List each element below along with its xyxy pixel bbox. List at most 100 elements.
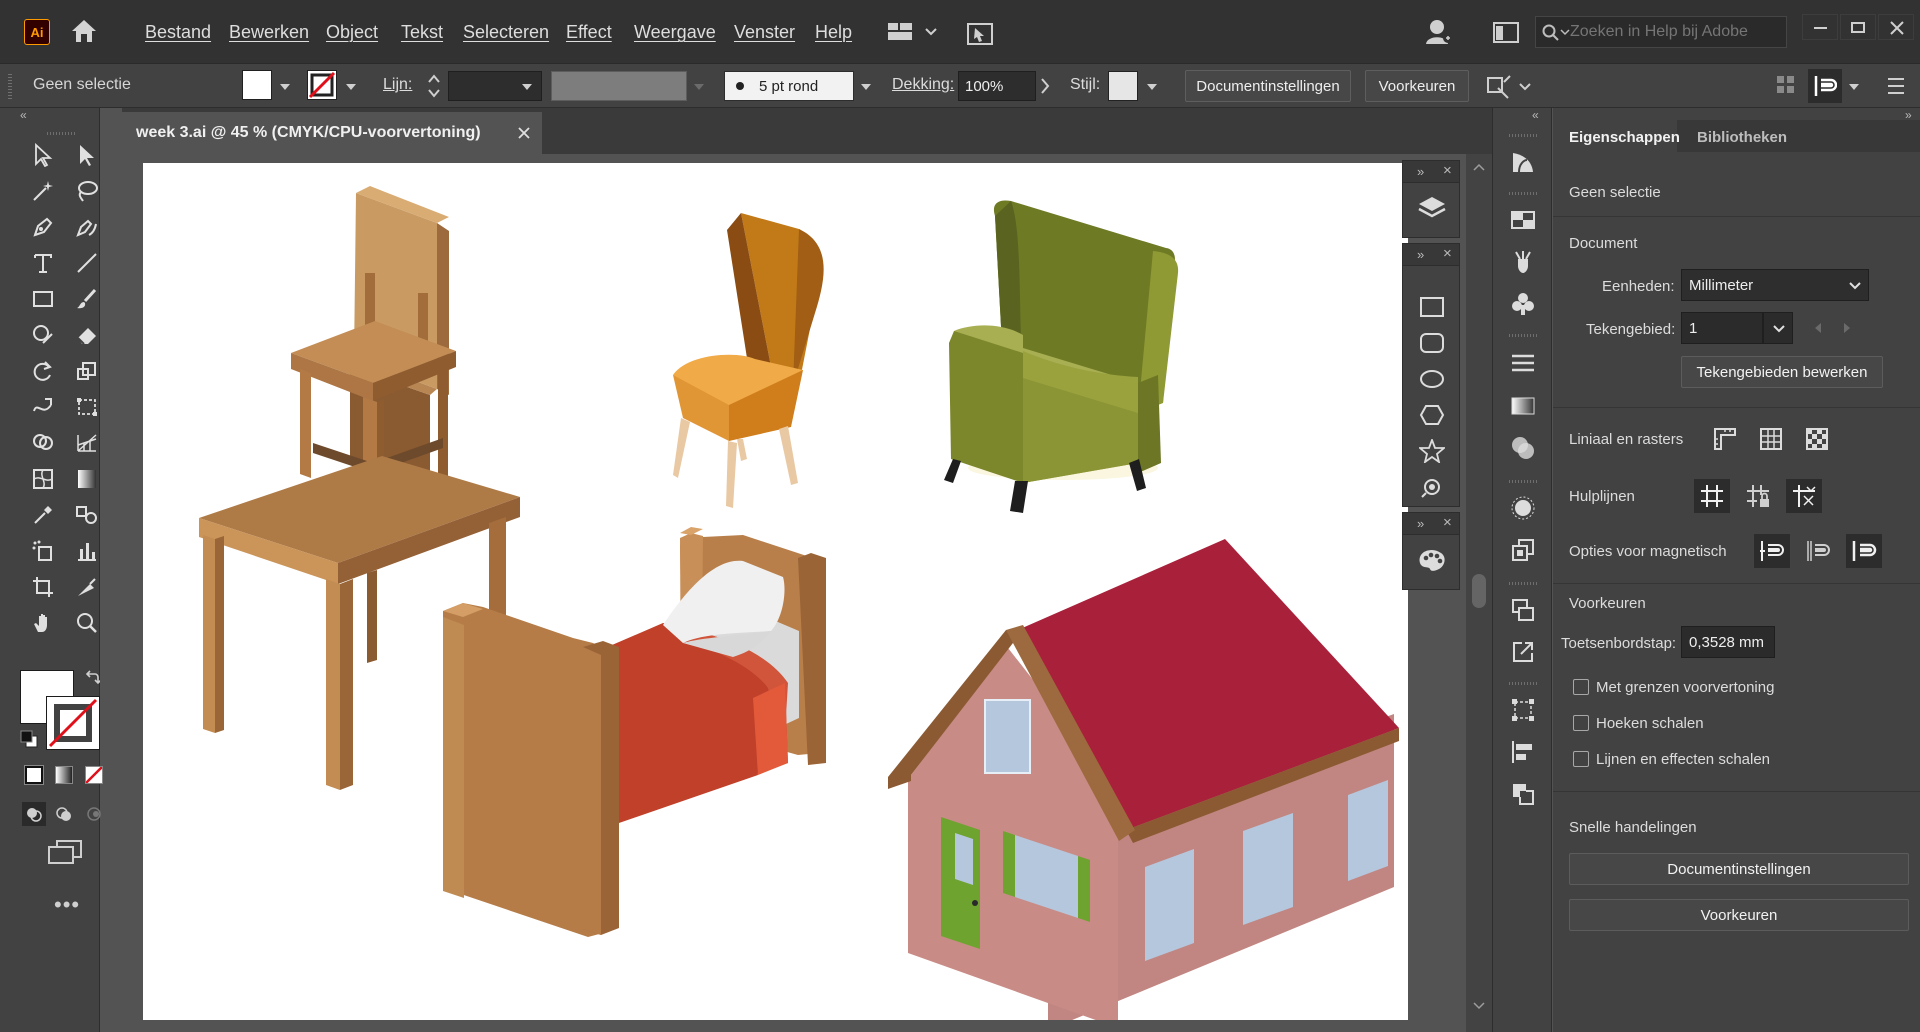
- scroll-down-icon[interactable]: [1473, 1001, 1485, 1011]
- help-search-box[interactable]: [1535, 16, 1787, 48]
- units-dropdown[interactable]: Millimeter: [1681, 269, 1869, 301]
- strip-grip[interactable]: [1509, 682, 1537, 685]
- arrange-panels-icon[interactable]: [1776, 74, 1796, 96]
- close-panel-icon[interactable]: ×: [1443, 514, 1452, 531]
- opacity-label[interactable]: Dekking:: [892, 76, 954, 94]
- transparency-grid-icon[interactable]: [1799, 422, 1835, 456]
- vertical-scrollbar[interactable]: [1466, 154, 1492, 1032]
- fill-dropdown-chevron[interactable]: [280, 84, 290, 90]
- paintbrush-tool-icon[interactable]: [70, 282, 104, 316]
- strip-grip[interactable]: [1509, 334, 1537, 337]
- stroke-dropdown-chevron[interactable]: [346, 84, 356, 90]
- brushes-panel-icon[interactable]: [1507, 246, 1539, 278]
- workspace-switcher-icon[interactable]: [888, 22, 938, 42]
- flare-shape-icon[interactable]: [1419, 475, 1445, 499]
- artboard[interactable]: [143, 163, 1408, 1020]
- home-icon[interactable]: [70, 18, 98, 44]
- preview-bounds-checkbox[interactable]: [1573, 679, 1589, 695]
- close-panel-icon[interactable]: ×: [1443, 162, 1452, 179]
- snap-to-grid-icon[interactable]: [1800, 534, 1836, 568]
- graphic-styles-panel-icon[interactable]: [1507, 534, 1539, 566]
- variable-width-profile[interactable]: [551, 71, 687, 101]
- shape-builder-tool-icon[interactable]: [26, 426, 60, 460]
- pen-tool-icon[interactable]: [26, 210, 60, 244]
- house-illustration[interactable]: [888, 539, 1399, 1020]
- help-search-input[interactable]: [1570, 20, 1780, 44]
- appearance-panel-icon[interactable]: [1507, 492, 1539, 524]
- opacity-arrow-icon[interactable]: [1038, 76, 1052, 96]
- gradient-mode-icon[interactable]: [55, 766, 73, 784]
- scale-corners-checkbox[interactable]: [1573, 715, 1589, 731]
- selection-tool-icon[interactable]: [26, 138, 60, 172]
- recolor-artwork-icon[interactable]: [1484, 72, 1532, 100]
- strip-grip[interactable]: [1509, 582, 1537, 585]
- polygon-shape-icon[interactable]: [1419, 404, 1445, 426]
- lasso-tool-icon[interactable]: [70, 174, 104, 208]
- stroke-color-box[interactable]: [46, 696, 100, 750]
- transparency-panel-icon[interactable]: [1507, 432, 1539, 464]
- snap-options-icon[interactable]: [1808, 69, 1842, 103]
- quick-document-settings-button[interactable]: Documentinstellingen: [1569, 853, 1909, 885]
- strip-grip[interactable]: [1509, 134, 1537, 137]
- eraser-tool-icon[interactable]: [70, 318, 104, 352]
- expand-panel-icon[interactable]: »: [1417, 516, 1424, 531]
- stroke-weight-stepper[interactable]: [423, 70, 445, 102]
- color-palette-icon[interactable]: [1417, 547, 1447, 573]
- menu-effect[interactable]: Effect: [566, 22, 612, 43]
- swap-fill-stroke-icon[interactable]: [84, 670, 100, 686]
- edit-toolbar-icon[interactable]: •••: [54, 892, 80, 918]
- maximize-button[interactable]: [1840, 14, 1876, 40]
- graphic-style-swatch[interactable]: [1108, 71, 1138, 101]
- orange-chair-illustration[interactable]: [673, 213, 824, 508]
- ruler-icon[interactable]: [1707, 422, 1743, 456]
- screen-mode-icon[interactable]: [48, 840, 82, 864]
- document-settings-button[interactable]: Documentinstellingen: [1185, 70, 1351, 102]
- color-mode-icon[interactable]: [24, 765, 44, 785]
- menu-object[interactable]: Object: [326, 22, 378, 43]
- brush-definition[interactable]: 5 pt rond: [724, 71, 854, 101]
- draw-inside-icon[interactable]: [85, 805, 103, 823]
- tools-collapse-icon[interactable]: «: [20, 108, 27, 122]
- slice-tool-icon[interactable]: [70, 570, 104, 604]
- strip-grip[interactable]: [1509, 480, 1537, 483]
- layers-float-panel-header[interactable]: » ×: [1403, 161, 1459, 183]
- panel-menu-icon[interactable]: [1887, 76, 1905, 96]
- tools-grip[interactable]: [47, 132, 75, 135]
- strip-collapse-icon[interactable]: «: [1532, 108, 1539, 122]
- snap-to-point-icon[interactable]: [1754, 534, 1790, 568]
- artboard-field[interactable]: 1: [1681, 312, 1763, 344]
- stroke-lines-panel-icon[interactable]: [1507, 348, 1539, 380]
- rectangle-shape-icon[interactable]: [1419, 296, 1445, 318]
- artboard-tool-icon[interactable]: [26, 570, 60, 604]
- draw-behind-icon[interactable]: [55, 805, 73, 823]
- eyedropper-tool-icon[interactable]: [26, 498, 60, 532]
- green-armchair-illustration[interactable]: [944, 200, 1179, 513]
- stroke-panel-icon[interactable]: [1507, 146, 1539, 178]
- type-tool-icon[interactable]: [26, 246, 60, 280]
- menu-selecteren[interactable]: Selecteren: [463, 22, 549, 43]
- menu-help[interactable]: Help: [815, 22, 852, 43]
- arrange-documents-icon[interactable]: [966, 20, 994, 46]
- close-tab-icon[interactable]: [518, 127, 530, 139]
- keyboard-increment-field[interactable]: 0,3528 mm: [1681, 626, 1775, 658]
- brush-chevron[interactable]: [861, 84, 871, 90]
- control-bar-grip[interactable]: [8, 74, 12, 100]
- artboards-panel-icon[interactable]: [1507, 594, 1539, 626]
- document-tab[interactable]: week 3.ai @ 45 % (CMYK/CPU-voorvertoning…: [122, 112, 542, 154]
- next-artboard-icon[interactable]: [1842, 322, 1852, 334]
- layers-icon[interactable]: [1417, 193, 1447, 223]
- panel-toggle-icon[interactable]: [1493, 22, 1519, 44]
- menu-weergave[interactable]: Weergave: [634, 22, 716, 43]
- menu-bewerken[interactable]: Bewerken: [229, 22, 309, 43]
- curvature-tool-icon[interactable]: [70, 210, 104, 244]
- preferences-button[interactable]: Voorkeuren: [1365, 70, 1469, 102]
- rectangle-tool-icon[interactable]: [26, 282, 60, 316]
- scale-tool-icon[interactable]: [70, 354, 104, 388]
- blend-tool-icon[interactable]: [70, 498, 104, 532]
- column-graph-tool-icon[interactable]: [70, 534, 104, 568]
- edit-artboards-button[interactable]: Tekengebieden bewerken: [1681, 356, 1883, 388]
- swatches-panel-icon[interactable]: [1507, 204, 1539, 236]
- scroll-thumb[interactable]: [1472, 574, 1486, 608]
- free-transform-tool-icon[interactable]: [70, 390, 104, 424]
- line-segment-tool-icon[interactable]: [70, 246, 104, 280]
